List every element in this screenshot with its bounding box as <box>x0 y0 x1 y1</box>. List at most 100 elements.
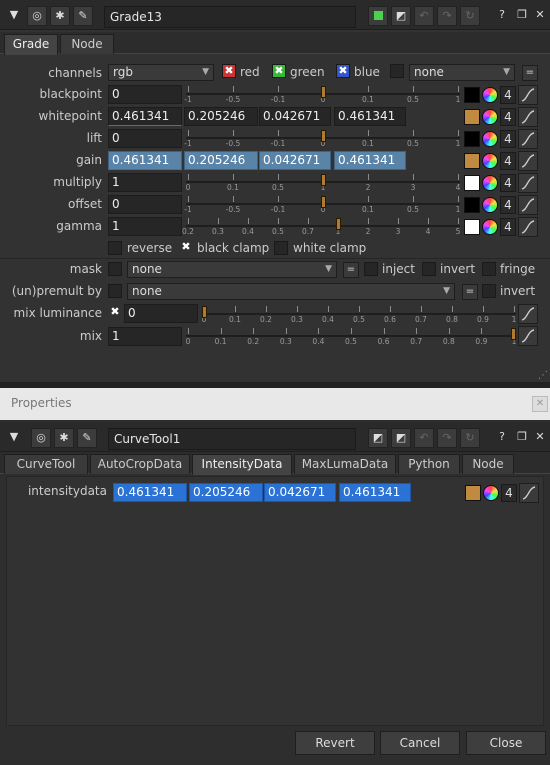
intensitydata-b-field[interactable]: 0.042671 <box>264 483 336 502</box>
intensitydata-r-field[interactable]: 0.461341 <box>113 483 187 502</box>
slider-handle[interactable] <box>202 306 207 318</box>
inject-checkbox[interactable] <box>364 262 378 276</box>
mix-luminance-slider[interactable]: 0 0.1 0.2 0.3 0.4 0.5 0.6 0.7 0.8 0.9 1 <box>202 306 516 326</box>
slider-handle[interactable] <box>321 196 326 208</box>
unpremult-select[interactable]: none ▼ <box>127 283 455 300</box>
gain-a-field[interactable]: 0.461341 <box>334 151 406 170</box>
offset-slider[interactable]: -1 -0.5 -0.1 0 0.1 0.5 1 <box>184 196 460 216</box>
curve-icon[interactable] <box>519 483 539 503</box>
curve-icon[interactable] <box>518 195 538 215</box>
curve-icon[interactable] <box>518 129 538 149</box>
gain-swatch[interactable] <box>464 153 480 169</box>
mix-icon[interactable]: ◩ <box>391 428 411 448</box>
black-clamp-checkbox[interactable]: ✖ <box>179 241 193 255</box>
bug-icon[interactable]: ✱ <box>50 6 70 26</box>
color-wheel-icon[interactable] <box>482 153 498 169</box>
offset-count[interactable]: 4 <box>500 196 516 214</box>
revert-icon[interactable]: ↻ <box>460 428 480 448</box>
gamma-swatch[interactable] <box>464 219 480 235</box>
unpremult-invert-checkbox[interactable] <box>482 284 496 298</box>
tab-node[interactable]: Node <box>60 34 114 54</box>
tab-grade[interactable]: Grade <box>4 34 58 55</box>
revert-button[interactable]: Revert <box>295 731 375 755</box>
whitepoint-g-field[interactable]: 0.205246 <box>184 107 258 126</box>
disable-icon[interactable]: ◩ <box>391 6 411 26</box>
extra-channel-checkbox[interactable] <box>390 64 404 78</box>
unpremult-equals-button[interactable]: = <box>462 284 478 300</box>
lift-slider[interactable]: -1 -0.5 -0.1 0 0.1 0.5 1 <box>184 130 460 150</box>
intensitydata-g-field[interactable]: 0.205246 <box>189 483 263 502</box>
gain-g-field[interactable]: 0.205246 <box>184 151 258 170</box>
offset-field[interactable]: 0 <box>108 195 182 214</box>
disable-icon[interactable]: ◩ <box>368 428 388 448</box>
close-icon[interactable]: ✕ <box>530 6 550 26</box>
lift-count[interactable]: 4 <box>500 130 516 148</box>
extra-channel-select[interactable]: none ▼ <box>409 64 515 81</box>
slider-handle[interactable] <box>321 86 326 98</box>
red-channel-checkbox[interactable]: ✖ <box>222 64 236 78</box>
cancel-button[interactable]: Cancel <box>380 731 460 755</box>
fringe-checkbox[interactable] <box>482 262 496 276</box>
redo-icon[interactable]: ↷ <box>437 428 457 448</box>
mask-checkbox[interactable] <box>108 262 122 276</box>
redo-icon[interactable]: ↷ <box>437 6 457 26</box>
bug-icon[interactable]: ✱ <box>54 428 74 448</box>
gain-count[interactable]: 4 <box>500 152 516 170</box>
intensitydata-count[interactable]: 4 <box>501 484 517 502</box>
curve-node-name-field[interactable]: CurveTool1 <box>108 428 356 450</box>
intensitydata-a-field[interactable]: 0.461341 <box>339 483 411 502</box>
offset-swatch[interactable] <box>464 197 480 213</box>
blackpoint-count[interactable]: 4 <box>500 86 516 104</box>
color-wheel-icon[interactable] <box>482 175 498 191</box>
tab-python[interactable]: Python <box>398 454 460 474</box>
tab-maxlumadata[interactable]: MaxLumaData <box>294 454 396 474</box>
float-icon[interactable]: ❐ <box>512 6 532 26</box>
mask-select[interactable]: none ▼ <box>127 261 337 278</box>
curve-icon[interactable] <box>518 326 538 346</box>
color-wheel-icon[interactable] <box>482 131 498 147</box>
undo-icon[interactable]: ↶ <box>414 6 434 26</box>
blackpoint-field[interactable]: 0 <box>108 85 182 104</box>
lift-field[interactable]: 0 <box>108 129 182 148</box>
blackpoint-swatch[interactable] <box>464 87 480 103</box>
node-name-field[interactable]: Grade13 <box>104 6 356 28</box>
viewer-icon[interactable]: ◎ <box>27 6 47 26</box>
mask-equals-button[interactable]: = <box>343 262 359 278</box>
curve-icon[interactable] <box>518 173 538 193</box>
curve-icon[interactable] <box>518 304 538 324</box>
lift-swatch[interactable] <box>464 131 480 147</box>
gamma-slider[interactable]: 0.2 0.3 0.4 0.5 0.7 1 2 3 4 5 <box>182 218 460 238</box>
reverse-checkbox[interactable] <box>108 241 122 255</box>
whitepoint-count[interactable]: 4 <box>500 108 516 126</box>
mask-invert-checkbox[interactable] <box>422 262 436 276</box>
color-wheel-icon[interactable] <box>482 109 498 125</box>
help-icon[interactable]: ? <box>492 6 512 26</box>
color-wheel-icon[interactable] <box>482 87 498 103</box>
slider-handle[interactable] <box>321 174 326 186</box>
color-wheel-icon[interactable] <box>483 485 499 501</box>
revert-icon[interactable]: ↻ <box>460 6 480 26</box>
whitepoint-r-field[interactable]: 0.461341 <box>108 107 182 126</box>
color-wheel-icon[interactable] <box>482 219 498 235</box>
float-icon[interactable]: ❐ <box>512 428 532 448</box>
blue-channel-checkbox[interactable]: ✖ <box>336 64 350 78</box>
slider-handle[interactable] <box>511 328 516 340</box>
gamma-count[interactable]: 4 <box>500 218 516 236</box>
color-wheel-icon[interactable] <box>482 197 498 213</box>
mix-field[interactable]: 1 <box>108 327 182 346</box>
collapse-arrow-icon[interactable]: ▼ <box>4 428 24 448</box>
gain-b-field[interactable]: 0.042671 <box>259 151 331 170</box>
resize-grip-icon[interactable]: ⋰ <box>538 370 548 381</box>
properties-close-icon[interactable]: ✕ <box>532 396 548 412</box>
multiply-count[interactable]: 4 <box>500 174 516 192</box>
intensitydata-swatch[interactable] <box>465 485 481 501</box>
curve-icon[interactable] <box>518 151 538 171</box>
curve-icon[interactable] <box>518 217 538 237</box>
multiply-swatch[interactable] <box>464 175 480 191</box>
collapse-arrow-icon[interactable]: ▼ <box>4 6 24 26</box>
tab-curvetool[interactable]: CurveTool <box>4 454 88 474</box>
whitepoint-b-field[interactable]: 0.042671 <box>259 107 331 126</box>
multiply-slider[interactable]: 0 0.1 0.5 1 2 3 4 <box>186 174 460 194</box>
wrench-icon[interactable]: ✎ <box>77 428 97 448</box>
slider-handle[interactable] <box>321 130 326 142</box>
